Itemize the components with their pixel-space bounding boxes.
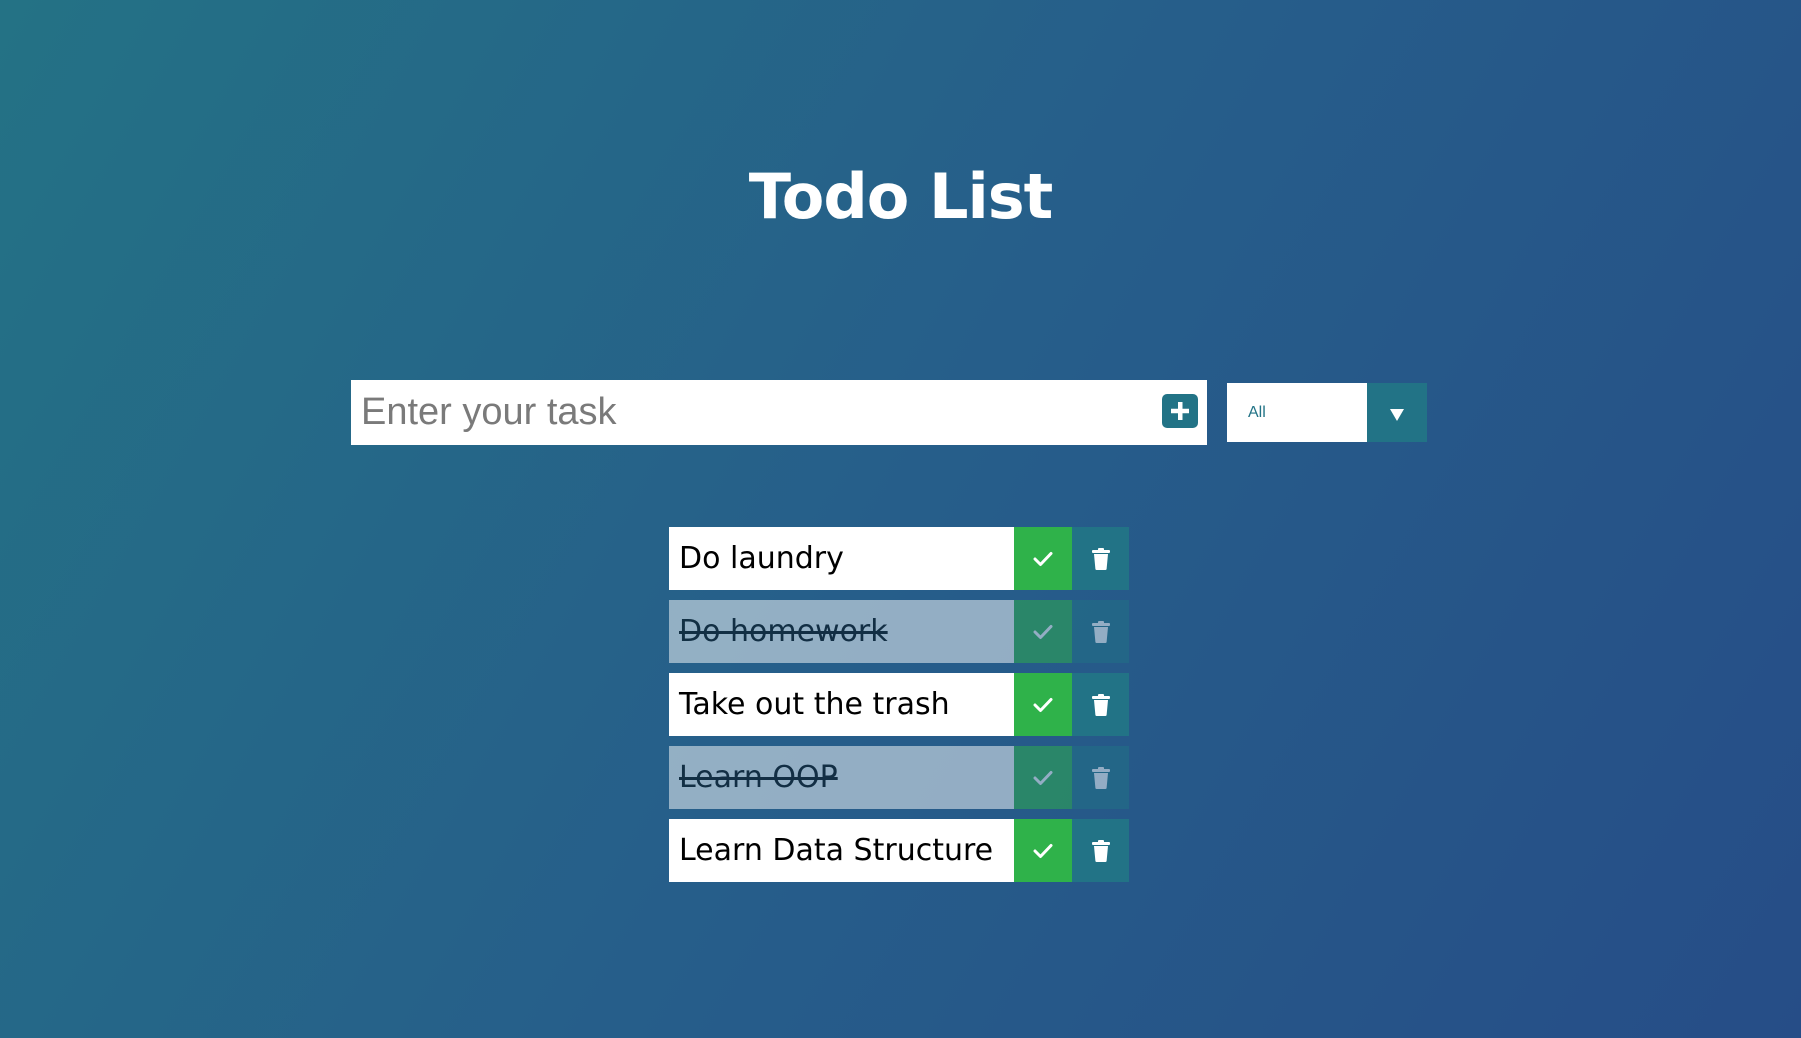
todo-item: Learn OOP <box>669 746 1129 809</box>
todo-text: Learn Data Structure <box>669 819 1014 882</box>
complete-button[interactable] <box>1014 746 1072 809</box>
todo-list: Do laundry Do homework Take out the tras… <box>669 527 1129 892</box>
check-icon <box>1033 770 1053 785</box>
todo-text: Do laundry <box>669 527 1014 590</box>
delete-button[interactable] <box>1072 819 1129 882</box>
todo-item: Take out the trash <box>669 673 1129 736</box>
delete-button[interactable] <box>1072 673 1129 736</box>
filter-select[interactable]: All <box>1227 383 1427 442</box>
check-icon <box>1033 624 1053 639</box>
add-task-button[interactable] <box>1162 394 1198 428</box>
complete-button[interactable] <box>1014 819 1072 882</box>
todo-text: Take out the trash <box>669 673 1014 736</box>
task-input[interactable] <box>351 380 1141 445</box>
todo-item: Learn Data Structure <box>669 819 1129 882</box>
delete-button[interactable] <box>1072 600 1129 663</box>
page-title: Todo List <box>748 160 1054 233</box>
filter-selected-value: All <box>1248 404 1266 421</box>
check-icon <box>1033 697 1053 712</box>
triangle-down-icon <box>1390 409 1404 421</box>
complete-button[interactable] <box>1014 527 1072 590</box>
check-icon <box>1033 551 1053 566</box>
todo-item: Do laundry <box>669 527 1129 590</box>
todo-item: Do homework <box>669 600 1129 663</box>
plus-icon <box>1171 402 1189 420</box>
filter-dropdown-button[interactable] <box>1367 383 1427 442</box>
complete-button[interactable] <box>1014 673 1072 736</box>
check-icon <box>1033 843 1053 858</box>
trash-icon <box>1091 620 1110 643</box>
todo-text: Learn OOP <box>669 746 1014 809</box>
complete-button[interactable] <box>1014 600 1072 663</box>
delete-button[interactable] <box>1072 527 1129 590</box>
trash-icon <box>1091 839 1110 862</box>
todo-text: Do homework <box>669 600 1014 663</box>
trash-icon <box>1091 693 1110 716</box>
trash-icon <box>1091 766 1110 789</box>
trash-icon <box>1091 547 1110 570</box>
task-form <box>351 380 1207 445</box>
delete-button[interactable] <box>1072 746 1129 809</box>
